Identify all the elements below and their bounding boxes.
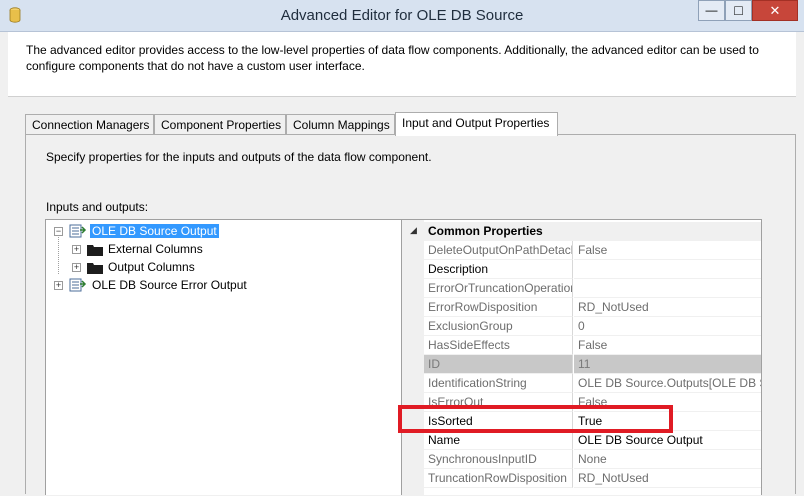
inputs-outputs-tree[interactable]: − OLE DB Source Output + External Column… (45, 219, 415, 495)
tree-node-label: External Columns (108, 242, 203, 256)
property-row-hassideeffects[interactable]: HasSideEffects False (402, 336, 761, 355)
property-name: ErrorOrTruncationOperation (424, 279, 573, 298)
tab-label: Component Properties (161, 118, 282, 132)
property-row-exclusiongroup[interactable]: ExclusionGroup 0 (402, 317, 761, 336)
window-title: Advanced Editor for OLE DB Source (280, 7, 524, 24)
property-row-description[interactable]: Description (402, 260, 761, 279)
property-name: TruncationRowDisposition (424, 469, 573, 488)
property-name: ExclusionGroup (424, 317, 573, 336)
minimize-button[interactable]: — (698, 0, 725, 21)
maximize-button[interactable]: □ (725, 0, 752, 21)
property-name: ErrorRowDisposition (424, 298, 573, 317)
tree-node-label: OLE DB Source Output (90, 224, 219, 238)
property-value[interactable]: OLE DB Source.Outputs[OLE DB Source Outp… (574, 374, 761, 393)
property-value[interactable]: RD_NotUsed (574, 298, 761, 317)
highlight-box (398, 405, 673, 433)
output-icon (69, 278, 87, 292)
property-row-id[interactable]: ID 11 (402, 355, 761, 374)
divider (8, 96, 796, 97)
tab-connection-managers[interactable]: Connection Managers (25, 114, 154, 135)
property-value[interactable]: OLE DB Source Output (574, 431, 761, 450)
property-name: DeleteOutputOnPathDetach (424, 241, 573, 260)
property-category-common[interactable]: ◢ Common Properties (402, 222, 761, 241)
property-row-deleteoutputonpathdetach[interactable]: DeleteOutputOnPathDetach False (402, 241, 761, 260)
property-value[interactable]: None (574, 450, 761, 469)
property-grid[interactable]: ◢ Common Properties DeleteOutputOnPathDe… (401, 219, 762, 496)
tab-column-mappings[interactable]: Column Mappings (286, 114, 395, 135)
property-value[interactable]: 0 (574, 317, 761, 336)
property-name: Description (424, 260, 573, 279)
property-row-errorrowdisposition[interactable]: ErrorRowDisposition RD_NotUsed (402, 298, 761, 317)
property-value[interactable]: False (574, 241, 761, 260)
property-value: 11 (574, 355, 761, 374)
close-button[interactable]: ✕ (752, 0, 798, 21)
panel-description: Specify properties for the inputs and ou… (46, 150, 432, 164)
inputs-outputs-label: Inputs and outputs: (46, 200, 149, 214)
folder-icon (87, 245, 103, 256)
close-icon: ✕ (769, 3, 781, 18)
expand-icon[interactable]: + (72, 263, 81, 272)
tree-node-external-columns[interactable]: + External Columns (50, 241, 410, 259)
property-value[interactable] (574, 279, 761, 298)
expand-icon[interactable]: + (72, 245, 81, 254)
property-value[interactable]: False (574, 336, 761, 355)
property-name: SynchronousInputID (424, 450, 573, 469)
tab-label: Connection Managers (32, 118, 150, 132)
output-icon (69, 224, 87, 238)
title-bar: Advanced Editor for OLE DB Source — □ ✕ (0, 0, 804, 32)
property-name: HasSideEffects (424, 336, 573, 355)
editor-description: The advanced editor provides access to t… (26, 43, 759, 73)
property-value[interactable] (574, 260, 761, 279)
property-row-truncationrowdisposition[interactable]: TruncationRowDisposition RD_NotUsed (402, 469, 761, 488)
tree-node-ole-db-source-output[interactable]: − OLE DB Source Output (50, 223, 410, 241)
property-row-errorortruncationoperation[interactable]: ErrorOrTruncationOperation (402, 279, 761, 298)
property-value[interactable]: RD_NotUsed (574, 469, 761, 488)
description-panel: The advanced editor provides access to t… (8, 32, 796, 96)
tab-component-properties[interactable]: Component Properties (154, 114, 286, 135)
tab-input-output-properties[interactable]: Input and Output Properties (395, 112, 558, 136)
property-row-identificationstring[interactable]: IdentificationString OLE DB Source.Outpu… (402, 374, 761, 393)
property-name: ID (424, 355, 573, 374)
property-row-name[interactable]: Name OLE DB Source Output (402, 431, 761, 450)
collapse-category-icon[interactable]: ◢ (410, 225, 417, 236)
collapse-icon[interactable]: − (54, 227, 63, 236)
minimize-icon: — (705, 3, 718, 17)
tree-node-label: OLE DB Source Error Output (92, 278, 247, 292)
property-category-label: Common Properties (428, 224, 543, 238)
maximize-icon: □ (734, 2, 743, 18)
property-row-synchronousinputid[interactable]: SynchronousInputID None (402, 450, 761, 469)
property-name: IdentificationString (424, 374, 573, 393)
tab-label: Column Mappings (293, 118, 390, 132)
expand-icon[interactable]: + (54, 281, 63, 290)
property-name: Name (424, 431, 573, 450)
tab-content-panel: Specify properties for the inputs and ou… (25, 134, 796, 496)
tree-node-label: Output Columns (108, 260, 195, 274)
tree-node-output-columns[interactable]: + Output Columns (50, 259, 410, 277)
folder-icon (87, 263, 103, 274)
tree-node-ole-db-source-error-output[interactable]: + OLE DB Source Error Output (50, 277, 410, 295)
tab-label: Input and Output Properties (402, 116, 550, 130)
